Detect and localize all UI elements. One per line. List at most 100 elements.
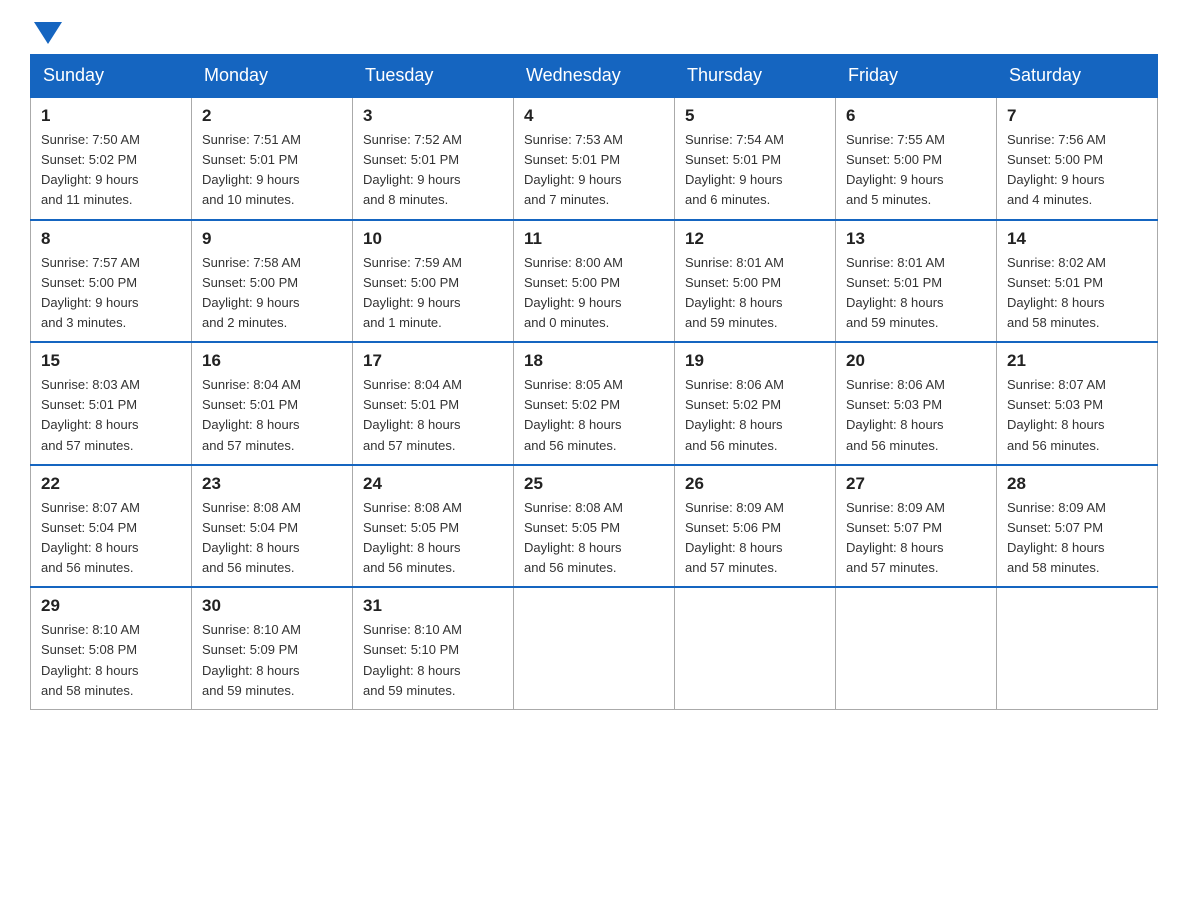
calendar-week-row: 22 Sunrise: 8:07 AMSunset: 5:04 PMDaylig… [31,465,1158,588]
logo-arrow-icon [34,22,62,44]
calendar-day-cell: 22 Sunrise: 8:07 AMSunset: 5:04 PMDaylig… [31,465,192,588]
day-info: Sunrise: 8:09 AMSunset: 5:07 PMDaylight:… [1007,500,1106,575]
day-info: Sunrise: 7:56 AMSunset: 5:00 PMDaylight:… [1007,132,1106,207]
calendar-day-cell: 2 Sunrise: 7:51 AMSunset: 5:01 PMDayligh… [192,97,353,220]
calendar-day-cell: 25 Sunrise: 8:08 AMSunset: 5:05 PMDaylig… [514,465,675,588]
day-info: Sunrise: 8:09 AMSunset: 5:06 PMDaylight:… [685,500,784,575]
calendar-day-cell: 30 Sunrise: 8:10 AMSunset: 5:09 PMDaylig… [192,587,353,709]
day-number: 23 [202,474,342,494]
day-number: 19 [685,351,825,371]
day-number: 31 [363,596,503,616]
calendar-day-cell: 26 Sunrise: 8:09 AMSunset: 5:06 PMDaylig… [675,465,836,588]
empty-cell [836,587,997,709]
day-info: Sunrise: 8:01 AMSunset: 5:01 PMDaylight:… [846,255,945,330]
day-info: Sunrise: 8:04 AMSunset: 5:01 PMDaylight:… [363,377,462,452]
day-info: Sunrise: 8:10 AMSunset: 5:09 PMDaylight:… [202,622,301,697]
day-number: 16 [202,351,342,371]
day-info: Sunrise: 8:10 AMSunset: 5:08 PMDaylight:… [41,622,140,697]
day-info: Sunrise: 7:52 AMSunset: 5:01 PMDaylight:… [363,132,462,207]
day-info: Sunrise: 8:06 AMSunset: 5:02 PMDaylight:… [685,377,784,452]
calendar-week-row: 15 Sunrise: 8:03 AMSunset: 5:01 PMDaylig… [31,342,1158,465]
day-info: Sunrise: 8:03 AMSunset: 5:01 PMDaylight:… [41,377,140,452]
day-info: Sunrise: 8:05 AMSunset: 5:02 PMDaylight:… [524,377,623,452]
calendar-day-cell: 9 Sunrise: 7:58 AMSunset: 5:00 PMDayligh… [192,220,353,343]
day-info: Sunrise: 8:04 AMSunset: 5:01 PMDaylight:… [202,377,301,452]
day-info: Sunrise: 7:54 AMSunset: 5:01 PMDaylight:… [685,132,784,207]
day-info: Sunrise: 8:08 AMSunset: 5:04 PMDaylight:… [202,500,301,575]
day-number: 30 [202,596,342,616]
day-info: Sunrise: 8:01 AMSunset: 5:00 PMDaylight:… [685,255,784,330]
calendar-day-cell: 23 Sunrise: 8:08 AMSunset: 5:04 PMDaylig… [192,465,353,588]
calendar-day-cell: 15 Sunrise: 8:03 AMSunset: 5:01 PMDaylig… [31,342,192,465]
weekday-header-sunday: Sunday [31,55,192,98]
calendar-table: SundayMondayTuesdayWednesdayThursdayFrid… [30,54,1158,710]
day-number: 15 [41,351,181,371]
logo [30,20,62,44]
calendar-day-cell: 12 Sunrise: 8:01 AMSunset: 5:00 PMDaylig… [675,220,836,343]
calendar-day-cell: 10 Sunrise: 7:59 AMSunset: 5:00 PMDaylig… [353,220,514,343]
day-info: Sunrise: 7:50 AMSunset: 5:02 PMDaylight:… [41,132,140,207]
day-number: 25 [524,474,664,494]
day-number: 3 [363,106,503,126]
weekday-header-wednesday: Wednesday [514,55,675,98]
day-number: 2 [202,106,342,126]
day-number: 17 [363,351,503,371]
weekday-header-saturday: Saturday [997,55,1158,98]
calendar-day-cell: 27 Sunrise: 8:09 AMSunset: 5:07 PMDaylig… [836,465,997,588]
day-number: 12 [685,229,825,249]
day-info: Sunrise: 8:02 AMSunset: 5:01 PMDaylight:… [1007,255,1106,330]
day-number: 29 [41,596,181,616]
day-info: Sunrise: 7:57 AMSunset: 5:00 PMDaylight:… [41,255,140,330]
calendar-header-row: SundayMondayTuesdayWednesdayThursdayFrid… [31,55,1158,98]
day-info: Sunrise: 7:58 AMSunset: 5:00 PMDaylight:… [202,255,301,330]
empty-cell [514,587,675,709]
day-number: 18 [524,351,664,371]
day-info: Sunrise: 7:59 AMSunset: 5:00 PMDaylight:… [363,255,462,330]
calendar-day-cell: 28 Sunrise: 8:09 AMSunset: 5:07 PMDaylig… [997,465,1158,588]
day-number: 13 [846,229,986,249]
calendar-week-row: 29 Sunrise: 8:10 AMSunset: 5:08 PMDaylig… [31,587,1158,709]
calendar-day-cell: 3 Sunrise: 7:52 AMSunset: 5:01 PMDayligh… [353,97,514,220]
calendar-week-row: 8 Sunrise: 7:57 AMSunset: 5:00 PMDayligh… [31,220,1158,343]
day-number: 7 [1007,106,1147,126]
weekday-header-friday: Friday [836,55,997,98]
day-info: Sunrise: 8:08 AMSunset: 5:05 PMDaylight:… [363,500,462,575]
day-info: Sunrise: 7:53 AMSunset: 5:01 PMDaylight:… [524,132,623,207]
empty-cell [675,587,836,709]
calendar-day-cell: 13 Sunrise: 8:01 AMSunset: 5:01 PMDaylig… [836,220,997,343]
day-number: 20 [846,351,986,371]
calendar-day-cell: 1 Sunrise: 7:50 AMSunset: 5:02 PMDayligh… [31,97,192,220]
day-number: 4 [524,106,664,126]
calendar-day-cell: 7 Sunrise: 7:56 AMSunset: 5:00 PMDayligh… [997,97,1158,220]
page-header [30,20,1158,44]
day-number: 9 [202,229,342,249]
calendar-day-cell: 31 Sunrise: 8:10 AMSunset: 5:10 PMDaylig… [353,587,514,709]
day-number: 5 [685,106,825,126]
day-info: Sunrise: 8:00 AMSunset: 5:00 PMDaylight:… [524,255,623,330]
day-number: 8 [41,229,181,249]
day-info: Sunrise: 7:51 AMSunset: 5:01 PMDaylight:… [202,132,301,207]
calendar-day-cell: 14 Sunrise: 8:02 AMSunset: 5:01 PMDaylig… [997,220,1158,343]
day-info: Sunrise: 8:07 AMSunset: 5:03 PMDaylight:… [1007,377,1106,452]
calendar-day-cell: 19 Sunrise: 8:06 AMSunset: 5:02 PMDaylig… [675,342,836,465]
day-number: 22 [41,474,181,494]
calendar-day-cell: 6 Sunrise: 7:55 AMSunset: 5:00 PMDayligh… [836,97,997,220]
calendar-day-cell: 24 Sunrise: 8:08 AMSunset: 5:05 PMDaylig… [353,465,514,588]
weekday-header-tuesday: Tuesday [353,55,514,98]
calendar-day-cell: 20 Sunrise: 8:06 AMSunset: 5:03 PMDaylig… [836,342,997,465]
day-info: Sunrise: 8:09 AMSunset: 5:07 PMDaylight:… [846,500,945,575]
calendar-week-row: 1 Sunrise: 7:50 AMSunset: 5:02 PMDayligh… [31,97,1158,220]
day-number: 10 [363,229,503,249]
day-number: 28 [1007,474,1147,494]
day-info: Sunrise: 7:55 AMSunset: 5:00 PMDaylight:… [846,132,945,207]
day-number: 26 [685,474,825,494]
calendar-day-cell: 11 Sunrise: 8:00 AMSunset: 5:00 PMDaylig… [514,220,675,343]
day-info: Sunrise: 8:08 AMSunset: 5:05 PMDaylight:… [524,500,623,575]
day-info: Sunrise: 8:10 AMSunset: 5:10 PMDaylight:… [363,622,462,697]
day-number: 11 [524,229,664,249]
calendar-day-cell: 8 Sunrise: 7:57 AMSunset: 5:00 PMDayligh… [31,220,192,343]
calendar-day-cell: 16 Sunrise: 8:04 AMSunset: 5:01 PMDaylig… [192,342,353,465]
empty-cell [997,587,1158,709]
weekday-header-thursday: Thursday [675,55,836,98]
calendar-day-cell: 18 Sunrise: 8:05 AMSunset: 5:02 PMDaylig… [514,342,675,465]
